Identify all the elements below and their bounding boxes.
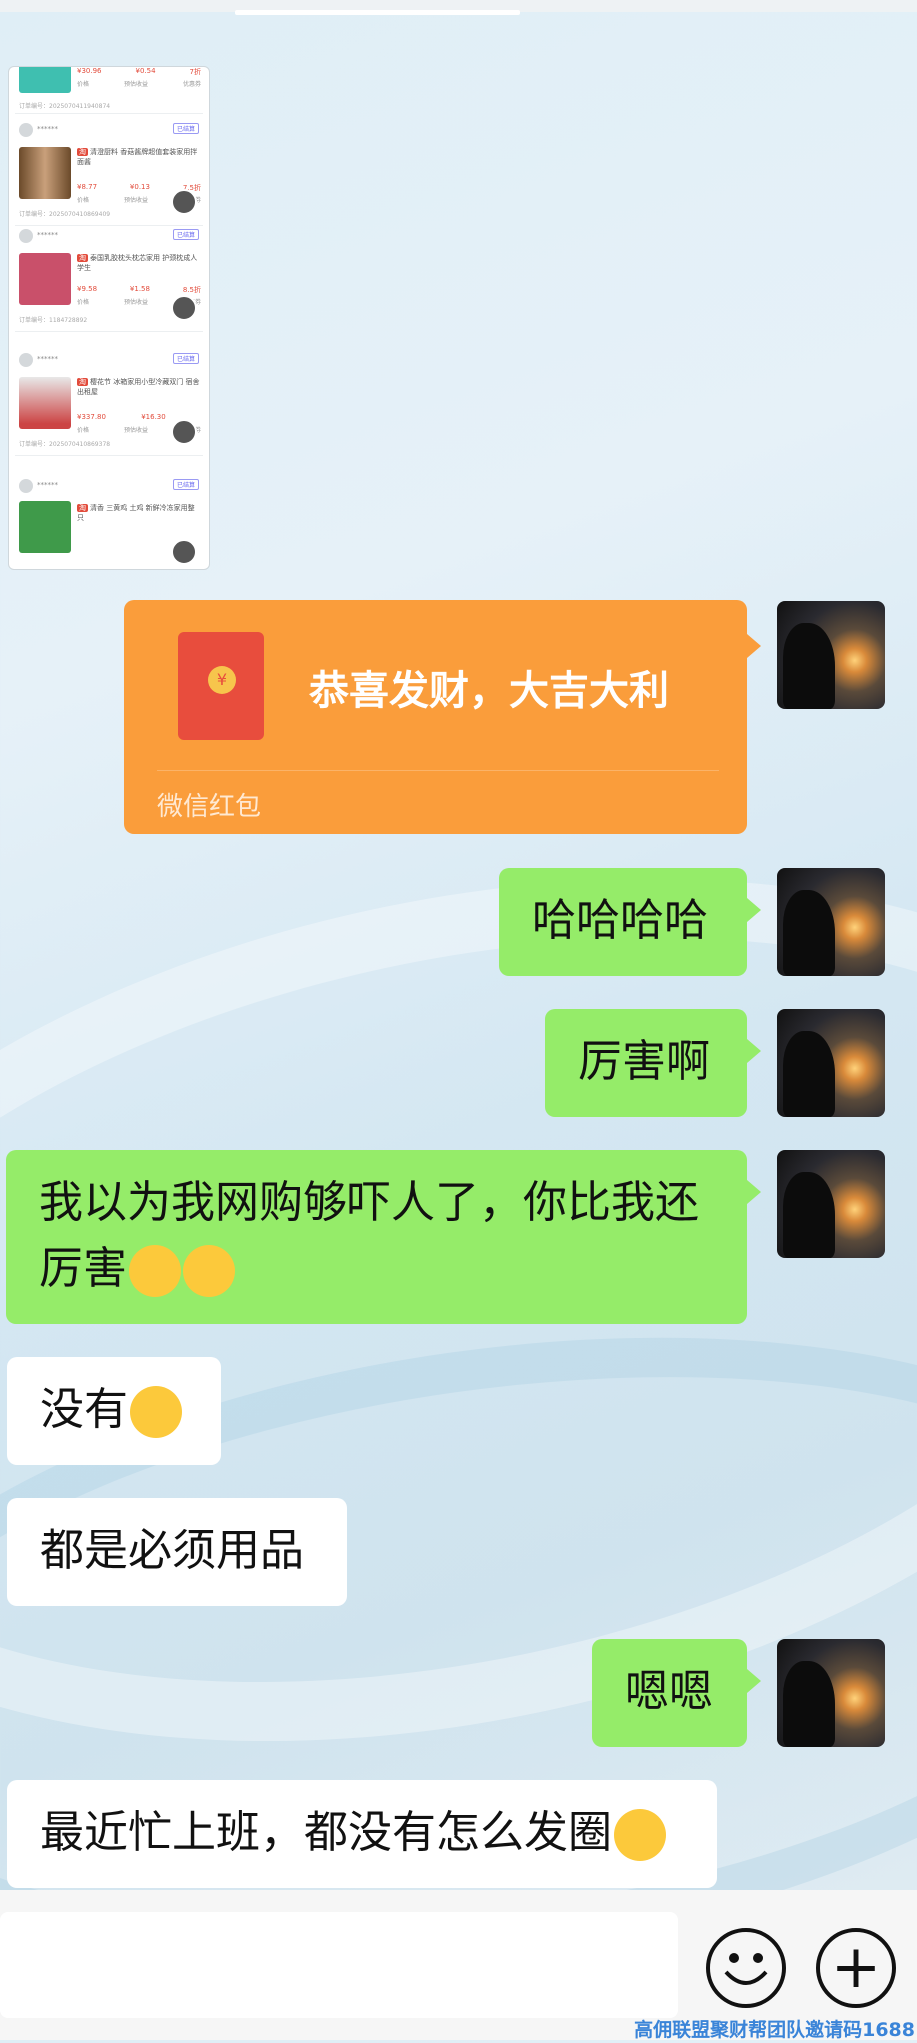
message-bubble-sent[interactable]: 我以为我网购够吓人了，你比我还厉害 [6,1150,761,1324]
my-avatar[interactable] [777,1150,885,1258]
user-avatar [19,479,33,493]
divider [157,770,719,771]
order-label: 价格 [77,81,90,88]
product-thumbnail [19,253,71,305]
shy-smile-emoji-icon [130,1386,182,1438]
order-card: ****** 已结算 淘清香 三黄鸡 土鸡 新鲜冷冻家用整只 [15,475,203,569]
user-name: ****** [37,231,58,239]
red-packet-label: 微信红包 [157,792,262,822]
product-thumbnail [19,147,71,199]
message-bubble-sent[interactable]: 厉害啊 [545,1009,761,1117]
message-text: 都是必须用品 [40,1525,304,1576]
mini-avatar [171,189,197,215]
order-status-badge: 已结算 [172,123,199,134]
order-title: 淘樱花节 冰箱家用小型冷藏双门 宿舍出租屋 [77,378,200,396]
order-commission: ¥0.54 [135,67,156,75]
order-card: ****** 已结算 淘樱花节 冰箱家用小型冷藏双门 宿舍出租屋 ¥337.80… [15,349,203,456]
order-number: 订单编号：2025070410869378 [19,441,111,448]
product-thumbnail [19,377,71,429]
red-packet-title: 恭喜发财，大吉大利 [309,668,669,714]
message-bubble-sent[interactable]: 哈哈哈哈 [499,868,761,976]
user-name: ****** [37,355,58,363]
message-text: 没有 [40,1384,128,1435]
coin-icon: ¥ [208,666,236,694]
user-avatar [19,229,33,243]
order-price: ¥30.96 [77,67,102,75]
input-bar: + 高佣联盟聚财帮团队邀请码1688 [0,1890,917,2041]
message-text: 哈哈哈哈 [532,895,708,946]
order-status-badge: 已结算 [172,353,199,364]
user-avatar [19,123,33,137]
red-envelope-icon: ¥ [178,632,264,740]
order-prices: ¥30.96 ¥0.54 7折 [77,67,201,77]
user-name: ****** [37,125,58,133]
message-text: 嗯嗯 [625,1666,713,1717]
shared-image-message[interactable]: ¥30.96 ¥0.54 7折 价格 预估收益 优惠券 订单编号：2025070… [8,66,210,570]
my-avatar[interactable] [777,1639,885,1747]
top-indicator [235,10,520,15]
crying-laughing-emoji-icon [129,1245,181,1297]
product-thumbnail [19,67,71,93]
order-card: ****** 已结算 淘泰国乳胶枕头枕芯家用 护颈枕成人学生 ¥9.58 ¥1.5… [15,225,203,332]
order-status-badge: 已结算 [172,479,199,490]
message-bubble-received[interactable]: 没有 [7,1357,221,1465]
order-prices: ¥9.58 ¥1.58 8.5折 [77,285,201,294]
order-label: 预估收益 [123,81,148,88]
message-bubble-received[interactable]: 都是必须用品 [7,1498,347,1606]
emoji-icon [724,1953,768,1985]
order-title: 淘清香 三黄鸡 土鸡 新鲜冷冻家用整只 [77,504,195,522]
emoji-button[interactable] [706,1928,786,2008]
watermark-text: 高佣联盟聚财帮团队邀请码1688 [634,2019,915,2041]
order-card: ¥30.96 ¥0.54 7折 价格 预估收益 优惠券 订单编号：2025070… [15,67,203,114]
plus-icon: + [830,1932,882,2002]
my-avatar[interactable] [777,868,885,976]
order-number: 订单编号：2025070411940874 [19,103,111,110]
order-label: 优惠券 [182,81,201,88]
order-title: 淘清澄厨料 香菇酱牌超值套装家用拌面酱 [77,148,198,166]
user-avatar [19,353,33,367]
product-thumbnail [19,501,71,553]
message-text: 最近忙上班，都没有怎么发圈 [40,1807,612,1858]
order-labels: 价格 预估收益 优惠券 [77,79,201,88]
message-input[interactable] [0,1912,678,2018]
mini-avatar [171,419,197,445]
user-name: ****** [37,481,58,489]
red-packet-message[interactable]: ¥ 恭喜发财，大吉大利 微信红包 [124,600,761,834]
order-status-badge: 已结算 [172,229,199,240]
my-avatar[interactable] [777,1009,885,1117]
crying-laughing-emoji-icon [614,1809,666,1861]
mini-avatar [171,539,197,565]
crying-laughing-emoji-icon [183,1245,235,1297]
order-title: 淘泰国乳胶枕头枕芯家用 护颈枕成人学生 [77,254,198,272]
order-discount: 7折 [189,68,201,76]
message-bubble-received[interactable]: 最近忙上班，都没有怎么发圈 [7,1780,717,1888]
order-number: 订单编号：1184728892 [19,317,88,324]
message-text: 厉害啊 [578,1036,710,1087]
top-strip [0,0,917,15]
my-avatar[interactable] [777,601,885,709]
order-card: ****** 已结算 淘清澄厨料 香菇酱牌超值套装家用拌面酱 ¥8.77 ¥0.1… [15,119,203,226]
plus-button[interactable]: + [816,1928,896,2008]
mini-avatar [171,295,197,321]
order-number: 订单编号：2025070410869409 [19,211,111,218]
message-bubble-sent[interactable]: 嗯嗯 [592,1639,761,1747]
